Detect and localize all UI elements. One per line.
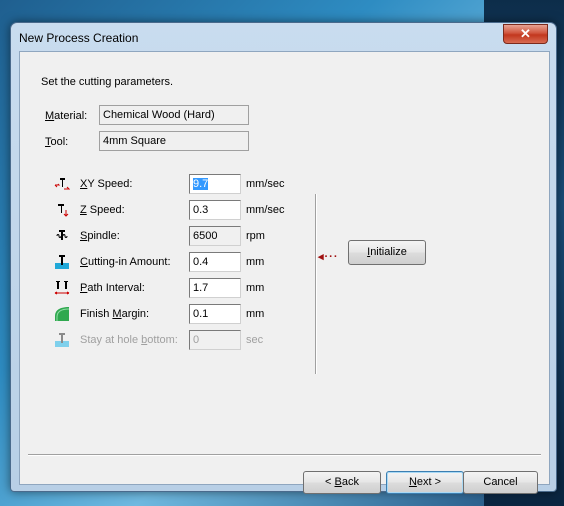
finish-margin-label: Finish Margin: [80, 308, 150, 320]
material-label: Material: [45, 110, 88, 122]
cutting-in-unit: mm [246, 256, 265, 268]
vertical-separator [315, 194, 317, 374]
cutting-in-icon [55, 255, 69, 269]
cancel-button[interactable]: Cancel [463, 471, 538, 494]
stay-hole-label: Stay at hole bottom: [80, 334, 178, 346]
instruction-text: Set the cutting parameters. [41, 76, 174, 88]
window-title: New Process Creation [19, 31, 139, 45]
cutting-in-label: Cutting-in Amount: [80, 256, 171, 268]
tool-field: 4mm Square [99, 131, 249, 151]
path-interval-icon [54, 281, 70, 295]
z-speed-icon [58, 204, 69, 217]
spindle-input: 6500 [189, 226, 241, 246]
xy-speed-icon [54, 178, 70, 190]
xy-speed-input[interactable]: 9.7 [189, 174, 241, 194]
material-field: Chemical Wood (Hard) [99, 105, 249, 125]
stay-hole-input: 0 [189, 330, 241, 350]
finish-margin-icon [55, 307, 70, 321]
horizontal-separator [28, 454, 541, 456]
stay-hole-unit: sec [246, 334, 264, 346]
z-speed-label: Z Speed: [80, 204, 125, 216]
close-button[interactable]: ✕ [503, 24, 548, 44]
tool-label: Tool: [45, 136, 69, 148]
spindle-unit: rpm [246, 230, 265, 242]
initialize-arrow-icon: ◂··· [318, 251, 339, 263]
path-interval-unit: mm [246, 282, 265, 294]
path-interval-input[interactable]: 1.7 [189, 278, 241, 298]
path-interval-label: Path Interval: [80, 282, 145, 294]
next-button[interactable]: Next > [386, 471, 464, 494]
cutting-in-input[interactable]: 0.4 [189, 252, 241, 272]
close-icon: ✕ [520, 26, 531, 41]
back-button[interactable]: < Back [303, 471, 381, 494]
dialog-client-area: Set the cutting parameters. Material: Ch… [19, 51, 550, 494]
stay-hole-icon [55, 333, 69, 347]
spindle-icon [56, 230, 68, 240]
z-speed-unit: mm/sec [246, 204, 285, 216]
initialize-button[interactable]: Initialize [348, 240, 426, 265]
xy-speed-label: XY Speed: [80, 178, 133, 190]
finish-margin-input[interactable]: 0.1 [189, 304, 241, 324]
finish-margin-unit: mm [246, 308, 265, 320]
z-speed-input[interactable]: 0.3 [189, 200, 241, 220]
spindle-label: Spindle: [80, 230, 120, 242]
xy-speed-unit: mm/sec [246, 178, 285, 190]
title-bar[interactable]: New Process Creation ✕ [11, 23, 556, 51]
dialog-window: New Process Creation ✕ Set the cutting p… [10, 22, 557, 494]
